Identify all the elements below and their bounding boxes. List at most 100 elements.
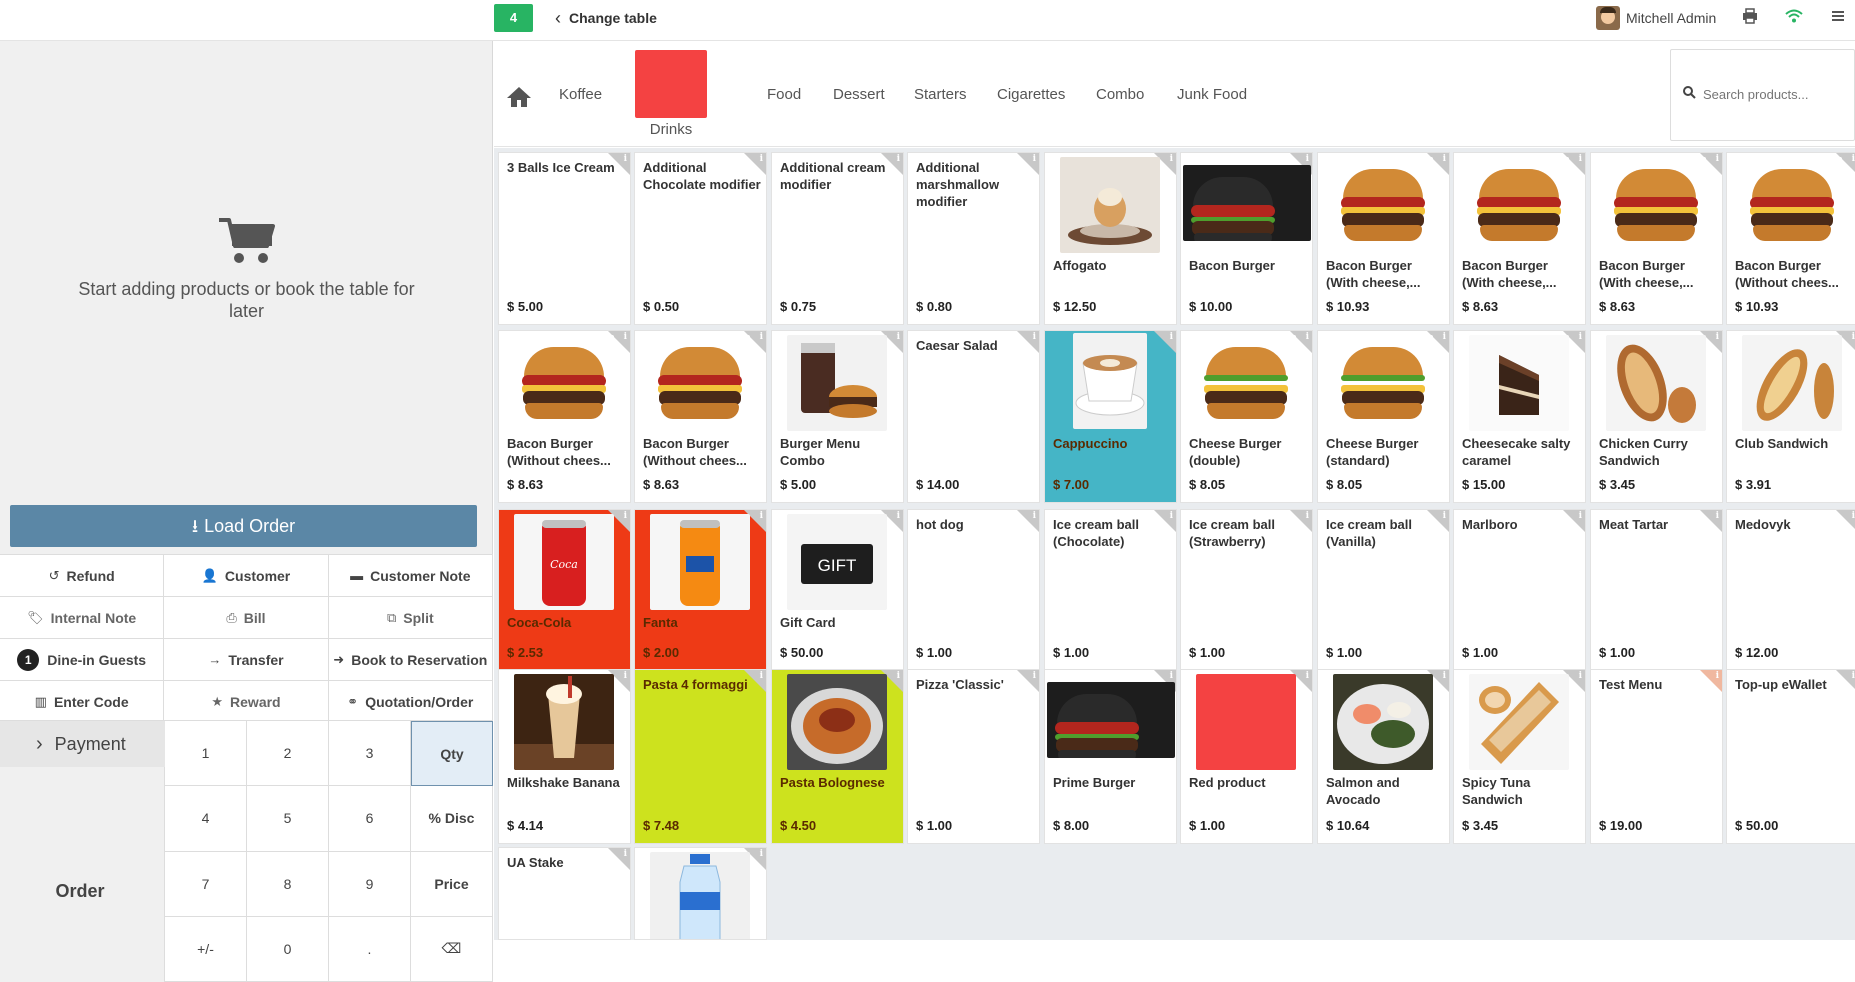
search-input[interactable] — [1703, 82, 1851, 106]
numpad-key-5[interactable]: 5 — [247, 786, 329, 852]
product-card[interactable]: i Additional cream modifier $ 0.75 — [771, 152, 904, 325]
category-drinks-image[interactable] — [635, 50, 707, 118]
numpad-key-7[interactable]: 7 — [165, 851, 247, 917]
customer-note-button[interactable]: ▬ Customer Note — [329, 555, 493, 596]
product-card[interactable]: i Ice cream ball (Chocolate) $ 1.00 — [1044, 509, 1177, 671]
numpad-discount-mode[interactable]: % Disc — [411, 786, 493, 852]
product-card[interactable]: i Additional marshmallow modifier $ 0.80 — [907, 152, 1040, 325]
book-reservation-button[interactable]: ➜ Book to Reservation — [329, 639, 493, 680]
category-koffee[interactable]: Koffee — [559, 86, 602, 103]
info-icon[interactable]: i — [1443, 671, 1446, 681]
product-card[interactable]: i Cheesecake salty caramel $ 15.00 — [1453, 330, 1586, 503]
product-card[interactable]: i GIFT Gift Card $ 50.00 — [771, 509, 904, 671]
product-card[interactable]: i Bacon Burger (With cheese,... $ 8.63 — [1590, 152, 1723, 325]
product-card[interactable]: i Prime Burger $ 8.00 — [1044, 669, 1177, 844]
product-card[interactable]: i Medovyk $ 12.00 — [1726, 509, 1855, 671]
product-card[interactable]: i Bacon Burger (With cheese,... $ 10.93 — [1317, 152, 1450, 325]
numpad-key-1[interactable]: 1 — [165, 721, 247, 787]
bill-button[interactable]: ⎙ Bill — [164, 597, 329, 638]
dine-in-guests-button[interactable]: 1 Dine-in Guests — [0, 639, 165, 680]
product-card[interactable]: i Bacon Burger (Without chees... $ 8.63 — [498, 330, 631, 503]
product-card[interactable]: i Milkshake Banana $ 4.14 — [498, 669, 631, 844]
info-icon[interactable]: i — [897, 511, 900, 521]
product-card[interactable]: i Red product $ 1.00 — [1180, 669, 1313, 844]
numpad-price-mode[interactable]: Price — [411, 851, 493, 917]
product-card[interactable]: i Ice cream ball (Vanilla) $ 1.00 — [1317, 509, 1450, 671]
product-card[interactable]: i Cheese Burger (double) $ 8.05 — [1180, 330, 1313, 503]
product-card[interactable]: i 3 Balls Ice Cream $ 5.00 — [498, 152, 631, 325]
product-card[interactable]: i Cheese Burger (standard) $ 8.05 — [1317, 330, 1450, 503]
numpad-key-4[interactable]: 4 — [165, 786, 247, 852]
info-icon[interactable]: i — [1443, 154, 1446, 164]
enter-code-button[interactable]: ▥ Enter Code — [0, 681, 165, 722]
hamburger-menu-icon[interactable] — [1828, 8, 1848, 28]
info-icon[interactable]: i — [1579, 671, 1582, 681]
info-icon[interactable]: i — [1716, 154, 1719, 164]
product-card[interactable]: i Marlboro $ 1.00 — [1453, 509, 1586, 671]
product-card[interactable]: i Affogato $ 12.50 — [1044, 152, 1177, 325]
info-icon[interactable]: i — [1306, 671, 1309, 681]
info-icon[interactable]: i — [1852, 332, 1855, 342]
product-card[interactable]: i Club Sandwich $ 3.91 — [1726, 330, 1855, 503]
numpad-plus-minus[interactable]: +/- — [165, 916, 247, 982]
info-icon[interactable]: i — [1716, 332, 1719, 342]
info-icon[interactable]: i — [760, 332, 763, 342]
info-icon[interactable]: i — [1852, 154, 1855, 164]
info-icon[interactable]: i — [897, 332, 900, 342]
change-table-button[interactable]: ‹ Change table — [555, 6, 657, 30]
split-button[interactable]: ⧉ Split — [329, 597, 493, 638]
category-drinks[interactable]: Drinks — [629, 121, 713, 138]
product-card[interactable]: i Additional Chocolate modifier $ 0.50 — [634, 152, 767, 325]
product-card[interactable]: i Bacon Burger (With cheese,... $ 8.63 — [1453, 152, 1586, 325]
product-card[interactable]: i Fanta $ 2.00 — [634, 509, 767, 671]
numpad-key-9[interactable]: 9 — [329, 851, 411, 917]
product-card[interactable]: i Salmon and Avocado $ 10.64 — [1317, 669, 1450, 844]
info-icon[interactable]: i — [1306, 332, 1309, 342]
product-card[interactable]: i Spicy Tuna Sandwich $ 3.45 — [1453, 669, 1586, 844]
product-card[interactable]: i — [634, 847, 767, 940]
info-icon[interactable]: i — [897, 671, 900, 681]
printer-icon[interactable] — [1740, 8, 1760, 28]
info-icon[interactable]: i — [1579, 332, 1582, 342]
product-card[interactable]: i UA Stake — [498, 847, 631, 940]
internal-note-button[interactable]: 🏷 Internal Note — [0, 597, 165, 638]
product-card[interactable]: i Test Menu $ 19.00 — [1590, 669, 1723, 844]
info-icon[interactable]: i — [1306, 154, 1309, 164]
payment-button[interactable]: › Payment — [0, 721, 165, 767]
product-card[interactable]: i Coca Coca-Cola $ 2.53 — [498, 509, 631, 671]
reward-button[interactable]: ★ Reward — [164, 681, 329, 722]
order-button[interactable]: Order — [0, 881, 160, 902]
refund-button[interactable]: ↺ Refund — [0, 555, 165, 596]
product-card[interactable]: i Chicken Curry Sandwich $ 3.45 — [1590, 330, 1723, 503]
user-menu[interactable]: Mitchell Admin — [1596, 4, 1716, 32]
numpad-qty-mode[interactable]: Qty — [411, 721, 493, 787]
numpad-decimal[interactable]: . — [329, 916, 411, 982]
product-card[interactable]: i hot dog $ 1.00 — [907, 509, 1040, 671]
numpad-key-6[interactable]: 6 — [329, 786, 411, 852]
info-icon[interactable]: i — [1170, 671, 1173, 681]
product-card[interactable]: i Bacon Burger (Without chees... $ 10.93 — [1726, 152, 1855, 325]
product-card[interactable]: i Caesar Salad $ 14.00 — [907, 330, 1040, 503]
numpad-backspace[interactable]: ⌫ — [411, 916, 493, 982]
table-number-badge[interactable]: 4 — [494, 4, 533, 32]
category-food[interactable]: Food — [767, 86, 801, 103]
info-icon[interactable]: i — [1170, 154, 1173, 164]
load-order-button[interactable]: ⭳ Load Order — [10, 505, 477, 547]
info-icon[interactable]: i — [760, 849, 763, 859]
category-starters[interactable]: Starters — [914, 86, 967, 103]
product-card[interactable]: i Top-up eWallet $ 50.00 — [1726, 669, 1855, 844]
numpad-key-0[interactable]: 0 — [247, 916, 329, 982]
info-icon[interactable]: i — [624, 511, 627, 521]
info-icon[interactable]: i — [1170, 332, 1173, 342]
product-card[interactable]: i Bacon Burger (Without chees... $ 8.63 — [634, 330, 767, 503]
category-combo[interactable]: Combo — [1096, 86, 1144, 103]
info-icon[interactable]: i — [624, 332, 627, 342]
product-card[interactable]: i Burger Menu Combo $ 5.00 — [771, 330, 904, 503]
wifi-icon[interactable] — [1784, 8, 1804, 28]
info-icon[interactable]: i — [760, 511, 763, 521]
category-junk-food[interactable]: Junk Food — [1177, 86, 1247, 103]
numpad-key-3[interactable]: 3 — [329, 721, 411, 787]
home-icon[interactable] — [506, 85, 532, 109]
numpad-key-2[interactable]: 2 — [247, 721, 329, 787]
numpad-key-8[interactable]: 8 — [247, 851, 329, 917]
